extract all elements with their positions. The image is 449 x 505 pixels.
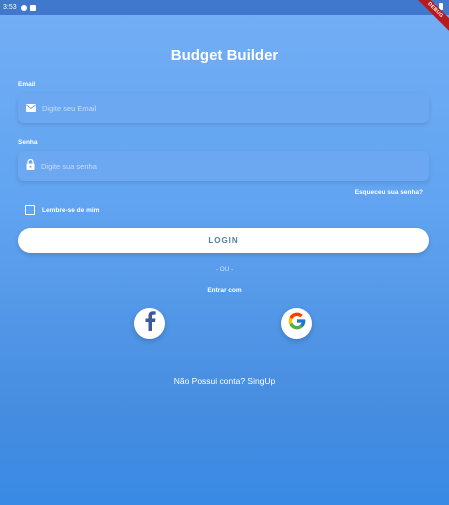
google-login-button[interactable] [281, 308, 312, 339]
status-sim-icon [29, 4, 36, 11]
mail-icon [26, 99, 36, 117]
password-label: Senha [18, 139, 38, 146]
email-field[interactable] [18, 93, 429, 123]
facebook-login-button[interactable] [134, 308, 165, 339]
google-icon [287, 311, 307, 336]
facebook-icon [144, 311, 156, 336]
status-time: 3:53 [3, 4, 17, 11]
password-field[interactable] [18, 151, 429, 181]
email-input[interactable] [42, 103, 402, 113]
divider-text: - OU - [215, 266, 234, 273]
email-label: Email [18, 81, 36, 88]
lock-icon [26, 157, 35, 175]
status-bar: 3:53 [0, 0, 449, 15]
status-notification-icon [20, 4, 27, 11]
login-button[interactable]: LOGIN [18, 228, 429, 253]
password-input[interactable] [41, 161, 401, 171]
signup-link[interactable]: Não Possui conta? SingUp [0, 376, 449, 386]
app-title: Budget Builder [170, 47, 279, 64]
remember-me-checkbox[interactable] [25, 205, 35, 215]
remember-me-label: Lembre-se de mim [42, 206, 100, 214]
forgot-password-link[interactable]: Esqueceu sua senha? [355, 189, 423, 196]
remember-me-row[interactable]: Lembre-se de mim [25, 205, 99, 215]
login-screen: 3:53 DEBUG Budget Builder Email Senha [0, 0, 449, 505]
social-login-title: Entrar com [207, 287, 242, 294]
